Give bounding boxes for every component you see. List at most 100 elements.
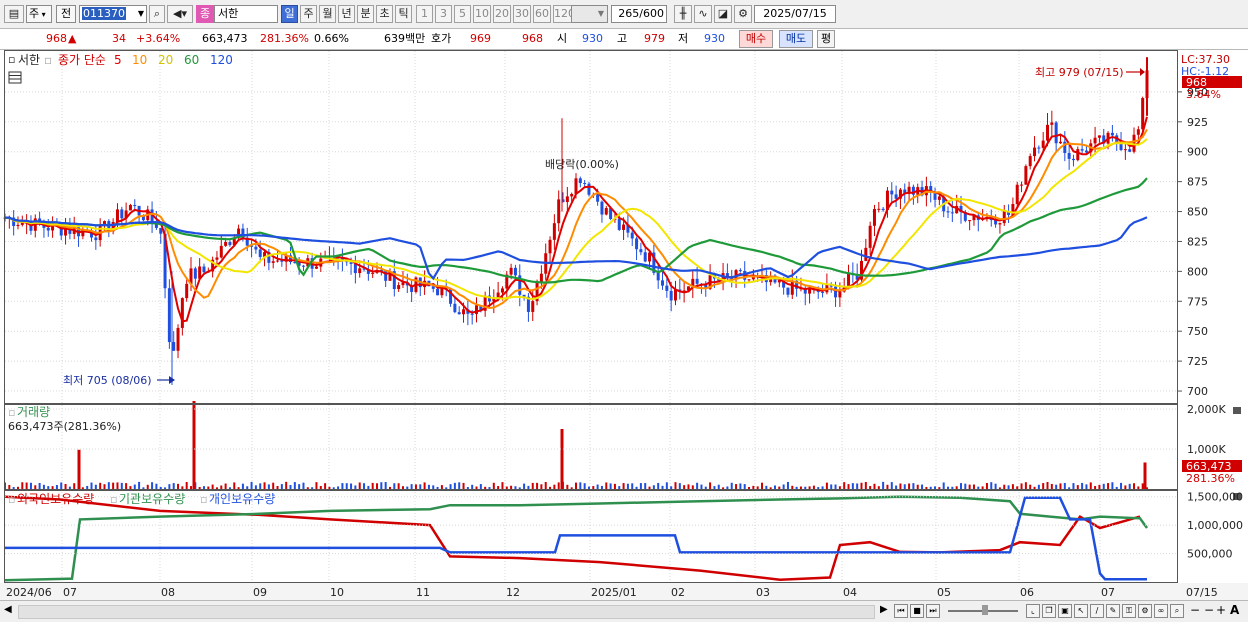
scroll-track[interactable] <box>18 605 875 619</box>
zoom-icon[interactable]: ⌕ <box>1170 604 1184 618</box>
stock-chart[interactable]: ▫ 서한 ▫ 종가 단순 5 10 20 60 120 최고 979 (07/15) 최… <box>0 50 1248 600</box>
chart-menu-icon[interactable]: ▤ <box>4 5 24 23</box>
cursor-icon[interactable]: ↖ <box>1074 604 1088 618</box>
data-count-field[interactable]: 265/600 <box>611 5 667 23</box>
volume-bar <box>207 486 210 489</box>
y-tick-label: 925 <box>1187 116 1208 129</box>
data-count-value: 265 <box>618 7 640 20</box>
volume-bar <box>761 482 764 489</box>
volume-bar <box>393 483 396 489</box>
holdings-legend-item: 개인보유수량 <box>209 492 275 506</box>
zoom-minus-icon[interactable]: − <box>1204 603 1214 617</box>
zoom-slider-thumb[interactable] <box>982 605 988 615</box>
sell-button[interactable]: 매도 <box>779 30 813 48</box>
scroll-left-icon[interactable]: ◀ <box>4 604 12 615</box>
interval-button[interactable]: 20 <box>493 5 511 23</box>
period-button[interactable]: 분 <box>357 5 374 23</box>
stop-icon[interactable]: ■ <box>910 604 924 618</box>
interval-select[interactable]: ▼ <box>571 5 608 23</box>
speaker-icon[interactable]: ◀▾ <box>167 5 193 23</box>
candle-body <box>552 223 556 240</box>
volume-bar <box>1024 482 1027 489</box>
interval-button[interactable]: 10 <box>473 5 491 23</box>
volume-bar <box>198 487 201 489</box>
copy-icon[interactable]: ❐ <box>1042 604 1056 618</box>
volume-bar <box>190 486 193 489</box>
candle-body <box>1110 132 1114 136</box>
window-icon[interactable]: ▣ <box>1058 604 1072 618</box>
period-button[interactable]: 월 <box>319 5 336 23</box>
candle-icon[interactable]: ╫ <box>674 5 692 23</box>
volume-bar <box>419 484 422 489</box>
lock-icon[interactable]: ⚿ <box>1122 604 1136 618</box>
volume-bar <box>1063 482 1066 489</box>
interval-button[interactable]: 5 <box>454 5 471 23</box>
prev-button[interactable]: 전 <box>56 5 76 23</box>
candle-body <box>1123 149 1127 151</box>
zoom-in-icon[interactable]: + <box>1216 603 1226 617</box>
volume-bar <box>817 487 820 489</box>
low-price: 930 <box>704 32 725 45</box>
draw-tool-icon[interactable]: ◪ <box>714 5 732 23</box>
link-icon[interactable]: ∞ <box>1154 604 1168 618</box>
x-axis-label: 08 <box>161 586 175 599</box>
volume-bar <box>756 486 759 489</box>
scroll-right-icon[interactable]: ▶ <box>880 604 888 615</box>
scroll-start-icon[interactable]: ⏮ <box>894 604 908 618</box>
candle-body <box>64 228 68 236</box>
period-day-button[interactable]: 일 <box>281 5 298 23</box>
candle-body <box>349 262 353 264</box>
period-button[interactable]: 주 <box>300 5 317 23</box>
volume-bar <box>908 483 911 489</box>
period-button[interactable]: 초 <box>376 5 393 23</box>
volume-bar <box>1107 483 1110 489</box>
scroll-end-icon[interactable]: ⏭ <box>926 604 940 618</box>
candle-body <box>821 291 825 293</box>
zoom-out-icon[interactable]: − <box>1190 603 1200 617</box>
panel-close-icon[interactable] <box>1233 407 1241 414</box>
search-icon[interactable]: ⌕ <box>149 5 165 23</box>
period-button[interactable]: 년 <box>338 5 355 23</box>
settings-icon[interactable]: ⚙ <box>1138 604 1152 618</box>
interval-button[interactable]: 60 <box>533 5 551 23</box>
interval-button[interactable]: 3 <box>435 5 452 23</box>
interval-button[interactable]: 30 <box>513 5 531 23</box>
volume-bar <box>834 484 837 489</box>
pencil-icon[interactable]: ✎ <box>1106 604 1120 618</box>
interval-button[interactable]: 1 <box>416 5 433 23</box>
volume-bar <box>1098 484 1101 489</box>
candle-body <box>1132 134 1136 152</box>
volume-bar <box>38 482 41 489</box>
gear-icon[interactable]: ⚙ <box>734 5 752 23</box>
stock-code-input[interactable]: 011370 ▼ <box>79 5 147 23</box>
volume-bar <box>947 486 950 489</box>
change-value: 34 <box>112 32 126 45</box>
trade-amount: 639백만 <box>384 32 426 45</box>
volume-bar <box>103 484 106 489</box>
y-tick-label: 825 <box>1187 235 1208 248</box>
volume-bar <box>899 483 902 489</box>
candle-body <box>1097 135 1101 138</box>
period-button[interactable]: 틱 <box>395 5 412 23</box>
stock-name-field[interactable]: 서한 <box>214 5 278 23</box>
volume-bar <box>272 482 275 489</box>
candle-body <box>847 273 851 287</box>
font-size-icon[interactable]: A <box>1230 603 1239 617</box>
volume-bar <box>315 482 318 489</box>
eval-button[interactable]: 평 <box>817 30 835 48</box>
table-icon[interactable] <box>8 71 22 84</box>
chevron-down-icon[interactable]: ▼ <box>138 6 144 22</box>
volume-bar <box>29 482 32 489</box>
buy-button[interactable]: 매수 <box>739 30 773 48</box>
volume-bar <box>215 487 218 489</box>
market-select[interactable]: 주 ▾ <box>26 5 52 23</box>
volume-bar <box>566 484 569 489</box>
trend-icon[interactable]: ∕ <box>1090 604 1104 618</box>
date-field[interactable]: 2025/07/15 <box>754 5 836 23</box>
holdings-y-tick-label: 500,000 <box>1187 548 1233 561</box>
volume-bar <box>791 485 794 489</box>
crosshair-icon[interactable]: ⌞ <box>1026 604 1040 618</box>
candle-body <box>353 263 357 274</box>
candle-body <box>1058 141 1062 144</box>
line-chart-icon[interactable]: ∿ <box>694 5 712 23</box>
